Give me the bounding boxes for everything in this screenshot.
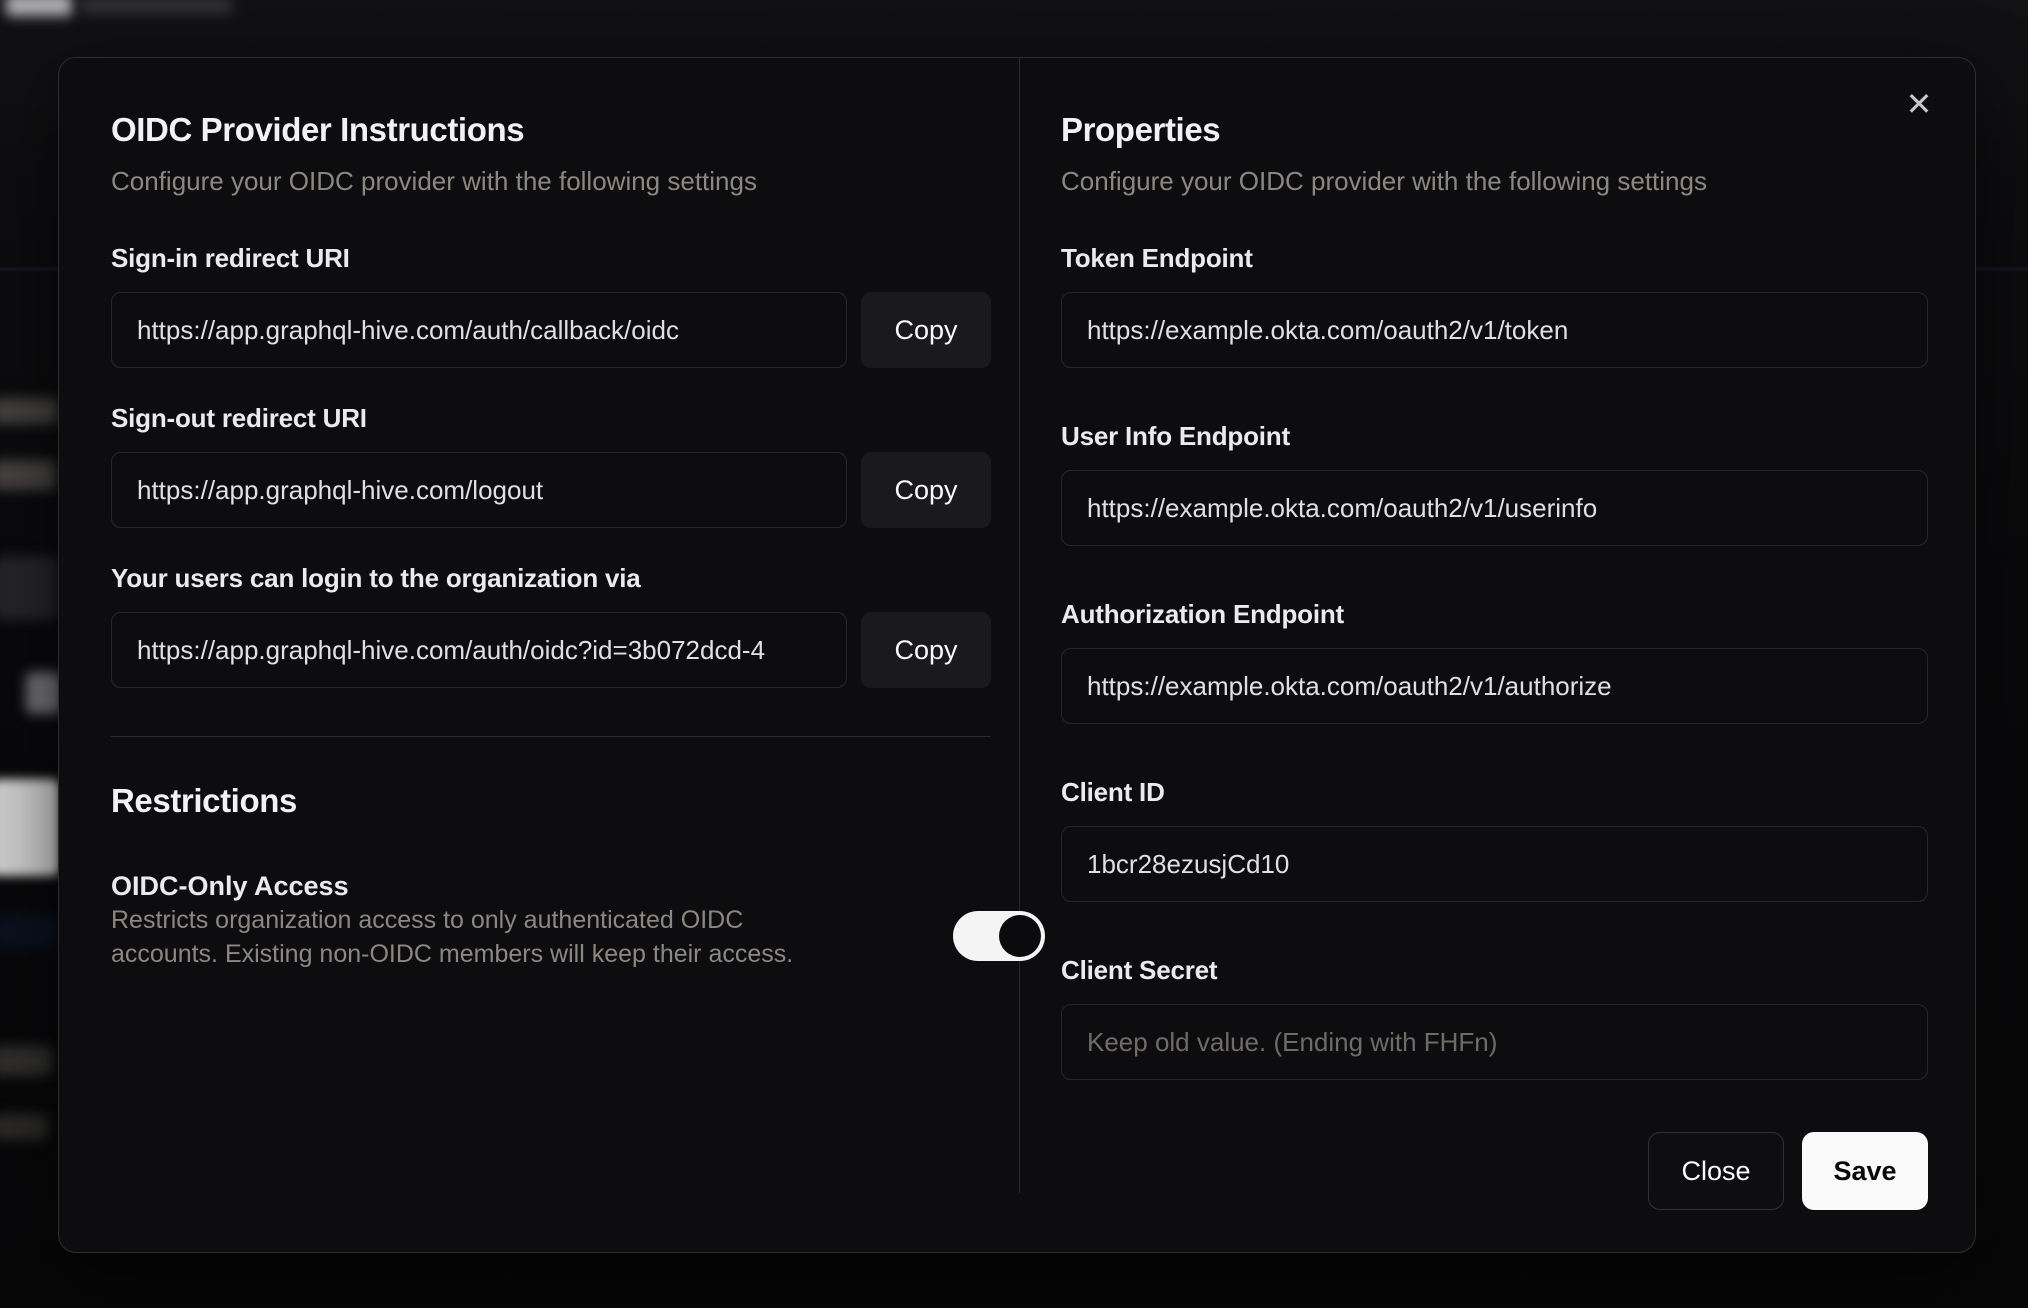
toggle-knob xyxy=(999,915,1041,957)
userinfo-endpoint-input[interactable] xyxy=(1061,470,1928,546)
restrictions-title: Restrictions xyxy=(111,782,297,819)
properties-subtitle: Configure your OIDC provider with the fo… xyxy=(1061,166,1707,196)
oidc-only-access-description: Restricts organization access to only au… xyxy=(111,906,794,968)
section-separator xyxy=(111,736,991,737)
client-secret-label: Client Secret xyxy=(1061,955,1218,985)
signin-redirect-uri-row: Copy xyxy=(111,292,991,368)
copy-signout-uri-button[interactable]: Copy xyxy=(861,452,991,528)
oidc-settings-dialog: ✕ OIDC Provider Instructions Configure y… xyxy=(58,57,1976,1253)
copy-signin-uri-button[interactable]: Copy xyxy=(861,292,991,368)
save-button[interactable]: Save xyxy=(1802,1132,1928,1210)
signin-redirect-uri-input[interactable] xyxy=(111,292,847,368)
login-url-row: Copy xyxy=(111,612,991,688)
properties-title: Properties xyxy=(1061,111,1221,148)
signout-redirect-uri-label: Sign-out redirect URI xyxy=(111,403,367,433)
client-secret-field: Client Secret xyxy=(1061,954,1928,1080)
column-divider xyxy=(1019,58,1020,1193)
oidc-only-toggle[interactable] xyxy=(953,911,1045,961)
token-endpoint-input[interactable] xyxy=(1061,292,1928,368)
login-url-label: Your users can login to the organization… xyxy=(111,563,641,593)
close-button[interactable]: Close xyxy=(1648,1132,1784,1210)
instructions-panel: OIDC Provider Instructions Configure you… xyxy=(111,110,1045,971)
authorization-endpoint-label: Authorization Endpoint xyxy=(1061,599,1344,629)
authorization-endpoint-field: Authorization Endpoint xyxy=(1061,598,1928,724)
token-endpoint-label: Token Endpoint xyxy=(1061,243,1253,273)
userinfo-endpoint-field: User Info Endpoint xyxy=(1061,420,1928,546)
client-id-label: Client ID xyxy=(1061,777,1165,807)
authorization-endpoint-input[interactable] xyxy=(1061,648,1928,724)
instructions-subtitle: Configure your OIDC provider with the fo… xyxy=(111,166,757,196)
login-url-input[interactable] xyxy=(111,612,847,688)
token-endpoint-field: Token Endpoint xyxy=(1061,242,1928,368)
signout-redirect-uri-input[interactable] xyxy=(111,452,847,528)
signout-redirect-uri-row: Copy xyxy=(111,452,991,528)
signin-redirect-uri-label: Sign-in redirect URI xyxy=(111,243,350,273)
client-secret-input[interactable] xyxy=(1061,1004,1928,1080)
oidc-only-access-row: OIDC-Only Access Restricts organization … xyxy=(111,869,1045,971)
client-id-field: Client ID xyxy=(1061,776,1928,902)
properties-panel: Properties Configure your OIDC provider … xyxy=(1061,110,1928,1210)
instructions-title: OIDC Provider Instructions xyxy=(111,111,525,148)
copy-login-url-button[interactable]: Copy xyxy=(861,612,991,688)
client-id-input[interactable] xyxy=(1061,826,1928,902)
userinfo-endpoint-label: User Info Endpoint xyxy=(1061,421,1290,451)
dialog-footer: Close Save xyxy=(1061,1132,1928,1210)
oidc-only-access-label: OIDC-Only Access xyxy=(111,871,349,901)
